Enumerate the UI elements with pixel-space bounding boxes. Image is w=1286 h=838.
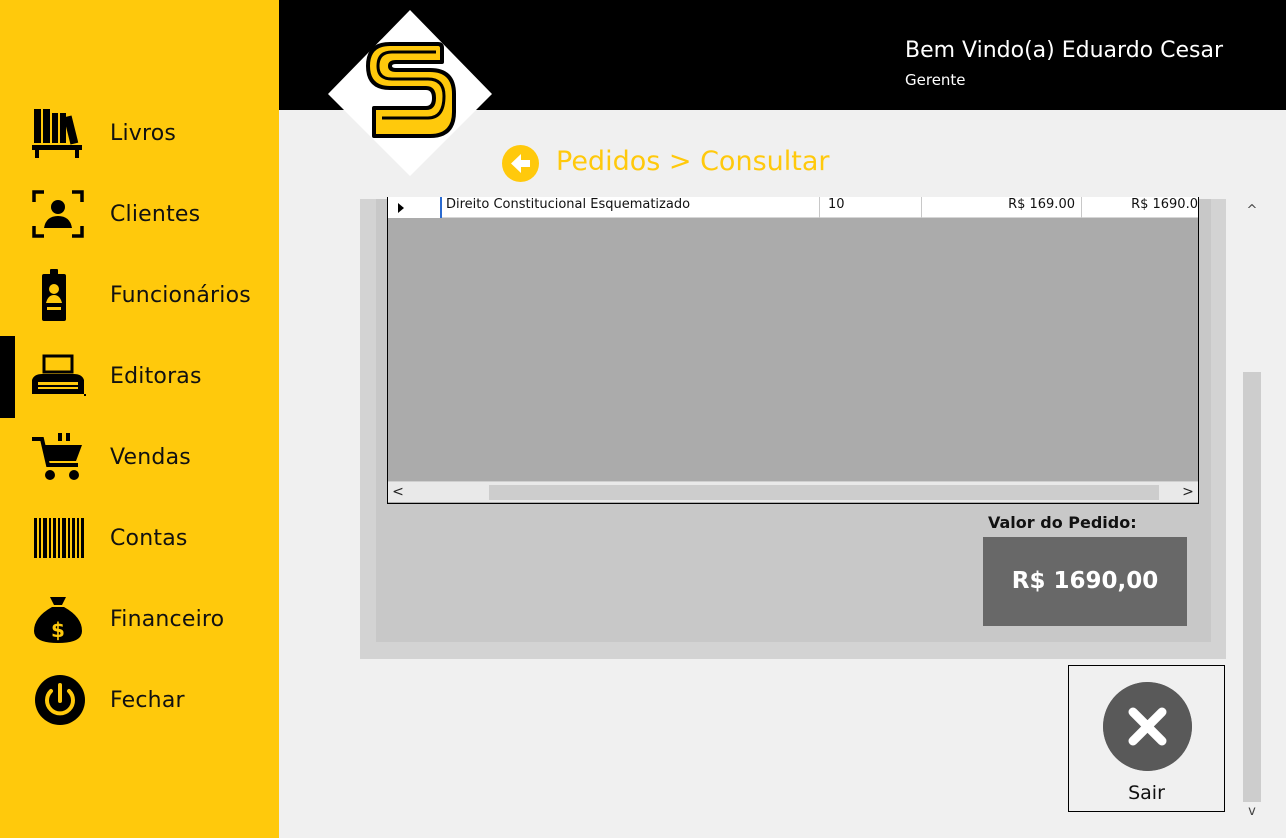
back-arrow-icon[interactable]: [502, 145, 539, 182]
cell-title[interactable]: Direito Constitucional Esquematizado: [446, 197, 820, 218]
cell-subtotal[interactable]: R$ 1690.0: [1082, 197, 1198, 218]
order-items-grid[interactable]: Direito Constitucional Esquematizado 10 …: [387, 197, 1199, 504]
sidebar-item-vendas[interactable]: Vendas: [0, 417, 279, 498]
welcome-text: Bem Vindo(a) Eduardo Cesar: [905, 38, 1223, 63]
sidebar-item-livros[interactable]: Livros: [0, 93, 279, 174]
scroll-down-arrow[interactable]: v: [1241, 804, 1263, 824]
current-row-arrow-icon: [398, 203, 404, 213]
scroll-up-arrow[interactable]: ^: [1241, 203, 1263, 223]
horizontal-scrollbar[interactable]: < >: [388, 481, 1198, 502]
sidebar-item-label: Financeiro: [110, 607, 225, 632]
client-id-icon: [32, 190, 84, 238]
sidebar-item-financeiro[interactable]: $ Financeiro: [0, 579, 279, 660]
books-icon: [32, 109, 82, 158]
cell-quantity[interactable]: 10: [820, 197, 922, 218]
sidebar-item-editoras[interactable]: Editoras: [0, 336, 279, 417]
vertical-scroll-thumb[interactable]: [1243, 372, 1261, 802]
money-bag-icon: $: [34, 597, 82, 643]
app-window: Livros Clientes Funcionários Editoras Ve…: [0, 0, 1286, 838]
sidebar-item-label: Contas: [110, 526, 188, 551]
close-icon: [1103, 682, 1192, 771]
power-icon: [35, 675, 85, 725]
scroll-left-arrow[interactable]: <: [388, 482, 408, 503]
vertical-scrollbar[interactable]: ^ v: [1241, 199, 1263, 826]
sidebar-item-label: Clientes: [110, 202, 201, 227]
scroll-right-arrow[interactable]: >: [1178, 482, 1198, 503]
barcode-icon: [34, 518, 84, 558]
sidebar-item-label: Fechar: [110, 688, 185, 713]
row-header[interactable]: [388, 197, 440, 218]
sidebar-item-label: Livros: [110, 121, 177, 146]
horizontal-scroll-thumb[interactable]: [489, 485, 1159, 500]
shopping-cart-icon: [32, 433, 82, 480]
sidebar-item-label: Editoras: [110, 364, 202, 389]
sidebar-item-funcionarios[interactable]: Funcionários: [0, 255, 279, 336]
sidebar-item-contas[interactable]: Contas: [0, 498, 279, 579]
sidebar-item-label: Funcionários: [110, 283, 251, 308]
employee-badge-icon: [42, 269, 66, 321]
sidebar-item-fechar[interactable]: Fechar: [0, 660, 279, 741]
table-row[interactable]: Direito Constitucional Esquematizado 10 …: [388, 197, 1198, 218]
svg-text:$: $: [51, 618, 65, 642]
exit-button[interactable]: Sair: [1068, 665, 1225, 812]
sidebar-item-label: Vendas: [110, 445, 191, 470]
user-role: Gerente: [905, 71, 966, 89]
typewriter-icon: [32, 354, 86, 396]
total-label: Valor do Pedido:: [988, 513, 1137, 532]
sidebar: Livros Clientes Funcionários Editoras Ve…: [0, 0, 279, 838]
cell-focus-indicator: [440, 197, 442, 218]
breadcrumb: Pedidos > Consultar: [556, 146, 830, 177]
sidebar-item-clientes[interactable]: Clientes: [0, 174, 279, 255]
exit-button-label: Sair: [1128, 782, 1165, 804]
total-value: R$ 1690,00: [983, 537, 1187, 626]
app-logo: [328, 10, 492, 176]
cell-unit-price[interactable]: R$ 169.00: [922, 197, 1082, 218]
